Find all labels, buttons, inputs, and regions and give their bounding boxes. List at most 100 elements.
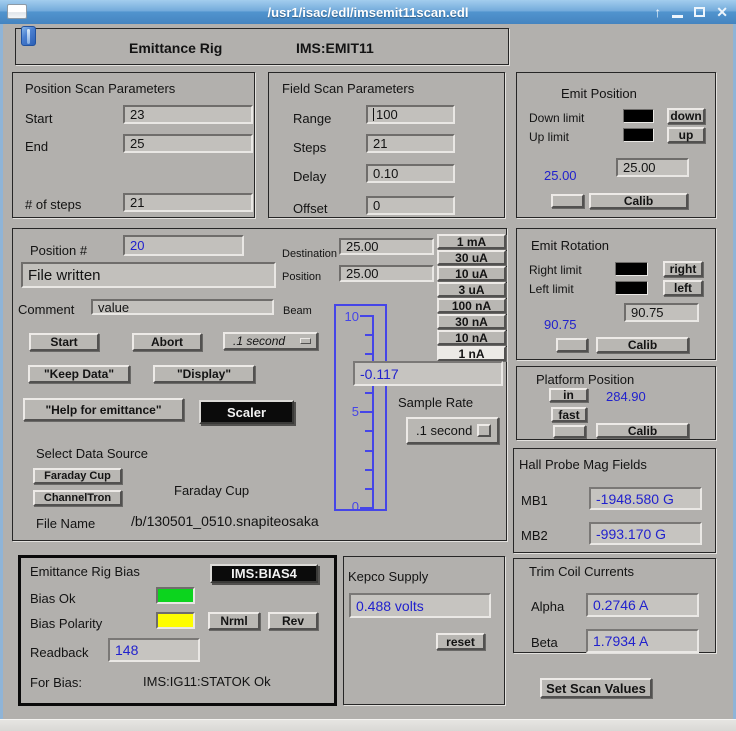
bias-ok-label: Bias Ok [30, 591, 76, 606]
range-100nA-button[interactable]: 100 nA [437, 298, 506, 313]
up-limit-indicator [623, 128, 654, 142]
nrml-button[interactable]: Nrml [208, 612, 260, 630]
emit-rotation-readback: 90.75 [544, 317, 577, 332]
beam-position-field: 25.00 [339, 265, 434, 282]
range-30nA-button[interactable]: 30 nA [437, 314, 506, 329]
set-scan-values-button[interactable]: Set Scan Values [540, 678, 652, 698]
kepco-reset-button[interactable]: reset [436, 633, 485, 650]
emit-rotation-setpoint[interactable]: 90.75 [624, 303, 699, 322]
rollup-icon[interactable]: ↑ [654, 0, 661, 24]
display-button[interactable]: "Display" [153, 365, 255, 383]
left-limit-indicator [615, 281, 648, 295]
mb2-field: -993.170 G [589, 522, 702, 545]
up-limit-label: Up limit [529, 130, 569, 144]
rev-button[interactable]: Rev [268, 612, 318, 630]
range-3uA-button[interactable]: 3 uA [437, 282, 506, 297]
minimize-icon[interactable] [672, 15, 683, 18]
header-box: Emittance Rig IMS:EMIT11 [15, 28, 509, 65]
menu-indicator-icon [477, 424, 491, 437]
down-limit-indicator [623, 109, 654, 123]
platform-in-button[interactable]: in [549, 388, 588, 402]
platform-fast-button[interactable]: fast [551, 407, 587, 422]
bias-polarity-label: Bias Polarity [30, 616, 102, 631]
window-bottom-edge [0, 719, 736, 731]
emit-position-box: Emit Position Down limit down Up limit u… [516, 72, 716, 218]
start-field[interactable]: 23 [123, 105, 253, 124]
range-1mA-button[interactable]: 1 mA [437, 234, 506, 249]
beta-label: Beta [531, 635, 558, 650]
offset-label: Offset [293, 201, 327, 216]
emit-position-blank-button[interactable] [551, 194, 584, 208]
alpha-field: 0.2746 A [586, 593, 699, 617]
left-button[interactable]: left [663, 280, 703, 296]
destination-field[interactable]: 25.00 [339, 238, 434, 255]
channeltron-button[interactable]: ChannelTron [33, 490, 122, 506]
num-steps-label: # of steps [25, 197, 81, 212]
num-steps-field[interactable]: 21 [123, 193, 253, 212]
sample-rate-label: Sample Rate [398, 395, 473, 410]
position-scan-title: Position Scan Parameters [25, 81, 175, 96]
right-button[interactable]: right [663, 261, 703, 277]
emit-rotation-blank-button[interactable] [556, 338, 588, 352]
help-button[interactable]: "Help for emittance" [23, 398, 184, 421]
offset-field[interactable]: 0 [366, 196, 455, 215]
text-cursor [373, 108, 374, 121]
bias-box: Emittance Rig Bias IMS:BIAS4 Bias Ok Bia… [18, 555, 337, 706]
meter-max-label: 10 [337, 309, 359, 324]
delay-field[interactable]: 0.10 [366, 164, 455, 183]
sample-rate-menu[interactable]: .1 second [406, 417, 499, 444]
maximize-icon[interactable] [694, 7, 705, 17]
right-limit-label: Right limit [529, 263, 582, 277]
range-30uA-button[interactable]: 30 uA [437, 250, 506, 265]
kepco-box: Kepco Supply 0.488 volts reset [343, 556, 505, 705]
abort-button[interactable]: Abort [132, 333, 202, 351]
beam-current-meter: 10 5 0 [334, 304, 387, 511]
edm-file-icon[interactable] [21, 26, 36, 46]
edm-window: /usr1/isac/edl/imsemit11scan.edl ↑ ✕ Emi… [0, 0, 736, 731]
range-10uA-button[interactable]: 10 uA [437, 266, 506, 281]
beam-position-label: Position [282, 271, 321, 283]
meter-min-label: 0 [337, 499, 359, 514]
for-bias-status: IMS:IG11:STATOK Ok [143, 674, 271, 689]
trim-coil-box: Trim Coil Currents Alpha 0.2746 A Beta 1… [513, 558, 716, 653]
position-scan-box: Position Scan Parameters Start 23 End 25… [12, 72, 255, 218]
left-limit-label: Left limit [529, 282, 574, 296]
file-name-value: /b/130501_0510.snapiteosaka [131, 513, 319, 529]
comment-label: Comment [18, 302, 74, 317]
titlebar[interactable]: /usr1/isac/edl/imsemit11scan.edl ↑ ✕ [0, 0, 736, 24]
down-limit-label: Down limit [529, 111, 584, 125]
faraday-cup-button[interactable]: Faraday Cup [33, 468, 122, 484]
dwell-time-menu[interactable]: .1 second [223, 332, 318, 350]
meter-mid-label: 5 [337, 404, 359, 419]
end-field[interactable]: 25 [123, 134, 253, 153]
down-button[interactable]: down [667, 108, 705, 124]
kepco-title: Kepco Supply [348, 569, 428, 584]
platform-position-title: Platform Position [536, 372, 634, 387]
start-button[interactable]: Start [29, 333, 99, 351]
kepco-voltage-field: 0.488 volts [349, 593, 491, 618]
emit-position-setpoint[interactable]: 25.00 [616, 158, 689, 177]
range-field[interactable]: 100 [366, 105, 455, 124]
emit-position-calib-button[interactable]: Calib [589, 193, 688, 209]
steps-field[interactable]: 21 [366, 134, 455, 153]
data-source-status: Faraday Cup [174, 483, 249, 498]
scaler-button[interactable]: Scaler [199, 400, 294, 424]
trim-coil-title: Trim Coil Currents [529, 564, 634, 579]
keep-data-button[interactable]: "Keep Data" [28, 365, 130, 383]
select-source-label: Select Data Source [36, 446, 148, 461]
beam-label: Beam [283, 305, 312, 317]
platform-blank-button[interactable] [553, 425, 586, 438]
platform-calib-button[interactable]: Calib [596, 423, 689, 438]
bias-readback-field: 148 [108, 638, 200, 662]
mb2-label: MB2 [521, 528, 548, 543]
close-icon[interactable]: ✕ [716, 0, 728, 24]
range-1nA-button[interactable]: 1 nA [437, 346, 506, 361]
comment-field[interactable]: value [91, 299, 274, 315]
position-number-label: Position # [30, 243, 87, 258]
bias-device-button[interactable]: IMS:BIAS4 [210, 564, 318, 583]
bias-polarity-indicator [156, 612, 195, 629]
range-10nA-button[interactable]: 10 nA [437, 330, 506, 345]
emit-rotation-calib-button[interactable]: Calib [596, 337, 689, 353]
up-button[interactable]: up [667, 127, 705, 143]
emit-position-title: Emit Position [561, 86, 637, 101]
